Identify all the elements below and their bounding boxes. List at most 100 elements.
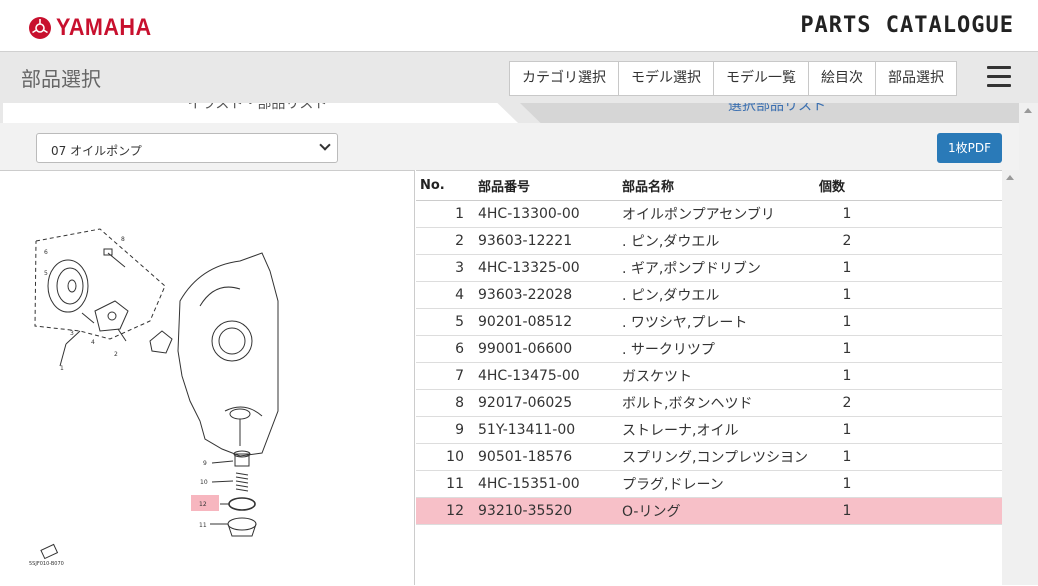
tab-illustration-label: イラスト・部品リスト bbox=[187, 103, 328, 112]
cell-part-number: 90501-18576 bbox=[478, 449, 573, 465]
cell-no: 5 bbox=[455, 314, 464, 330]
cell-quantity: 1 bbox=[842, 260, 852, 276]
cell-no: 7 bbox=[455, 368, 464, 384]
table-row[interactable]: 12 93210-35520 O-リング 1 bbox=[416, 498, 1002, 525]
cell-part-name: オイルポンプアセンブリ bbox=[622, 207, 775, 223]
parts-catalogue-brand: PARTS CATALOGUE bbox=[800, 13, 1014, 38]
nav-illustration-index[interactable]: 絵目次 bbox=[809, 62, 876, 95]
table-row[interactable]: 5 90201-08512 . ワツシヤ,プレート 1 bbox=[416, 309, 1002, 336]
tab-selected-label: 選択部品リスト bbox=[728, 103, 826, 114]
figure-select-value: 07 オイルポンプ bbox=[51, 144, 142, 158]
cell-quantity: 1 bbox=[842, 503, 852, 519]
svg-text:4: 4 bbox=[91, 339, 95, 346]
cell-no: 10 bbox=[446, 449, 464, 465]
view-tabs: イラスト・部品リスト 選択部品リスト bbox=[0, 103, 1038, 123]
cell-part-name: ガスケツト bbox=[622, 369, 692, 385]
cell-part-number: 99001-06600 bbox=[478, 341, 573, 357]
page-title: 部品選択 bbox=[21, 67, 101, 91]
figure-select[interactable]: 07 オイルポンプ bbox=[36, 133, 338, 163]
cell-quantity: 1 bbox=[842, 314, 852, 330]
hamburger-menu-icon[interactable] bbox=[987, 66, 1011, 88]
page-scrollbar[interactable] bbox=[1019, 103, 1038, 585]
table-row[interactable]: 2 93603-12221 . ピン,ダウエル 2 bbox=[416, 228, 1002, 255]
table-row[interactable]: 6 99001-06600 . サークリツプ 1 bbox=[416, 336, 1002, 363]
cell-no: 4 bbox=[455, 287, 464, 303]
brand-text: PARTS CATALOGUE bbox=[800, 13, 1014, 38]
parts-illustration[interactable]: 8 6 5 3 4 2 1 9 10 11 12 5SJF010-B070 bbox=[0, 170, 415, 585]
cell-no: 11 bbox=[446, 476, 464, 492]
scroll-up-icon[interactable] bbox=[1024, 108, 1032, 113]
nav-model-select[interactable]: モデル選択 bbox=[619, 62, 714, 95]
cell-quantity: 1 bbox=[842, 341, 852, 357]
cell-no: 12 bbox=[446, 503, 464, 519]
controls-bar: 07 オイルポンプ 1枚PDF bbox=[0, 123, 1038, 170]
cell-part-number: 4HC-13300-00 bbox=[478, 206, 580, 222]
exploded-diagram: 8 6 5 3 4 2 1 9 10 11 12 bbox=[34, 228, 279, 560]
yamaha-emblem-icon bbox=[29, 17, 51, 39]
svg-text:12: 12 bbox=[199, 501, 207, 508]
cell-part-name: ストレーナ,オイル bbox=[622, 423, 739, 439]
svg-text:11: 11 bbox=[199, 522, 207, 529]
cell-quantity: 1 bbox=[842, 449, 852, 465]
chevron-down-icon bbox=[319, 139, 331, 151]
cell-no: 6 bbox=[455, 341, 464, 357]
single-pdf-button[interactable]: 1枚PDF bbox=[937, 133, 1002, 163]
cell-quantity: 1 bbox=[842, 287, 852, 303]
cell-quantity: 1 bbox=[842, 422, 852, 438]
cell-quantity: 2 bbox=[842, 233, 852, 249]
nav-parts-select[interactable]: 部品選択 bbox=[876, 62, 956, 95]
cell-part-number: 93603-12221 bbox=[478, 233, 573, 249]
cell-part-name: . ワツシヤ,プレート bbox=[622, 315, 748, 331]
subheader: 部品選択 カテゴリ選択 モデル選択 モデル一覧 絵目次 部品選択 bbox=[0, 52, 1038, 103]
col-part-number: 部品番号 bbox=[478, 180, 531, 195]
cell-part-number: 93210-35520 bbox=[478, 503, 573, 519]
table-row[interactable]: 7 4HC-13475-00 ガスケツト 1 bbox=[416, 363, 1002, 390]
cell-quantity: 1 bbox=[842, 206, 852, 222]
nav-category-select[interactable]: カテゴリ選択 bbox=[510, 62, 619, 95]
cell-part-name: . ピン,ダウエル bbox=[622, 288, 720, 304]
yamaha-logo[interactable]: YAMAHA bbox=[28, 14, 162, 42]
svg-text:5: 5 bbox=[44, 270, 48, 277]
parts-table: No. 部品番号 部品名称 個数 1 4HC-13300-00 オイルポンプアセンブ… bbox=[416, 170, 1002, 585]
cell-part-number: 51Y-13411-00 bbox=[478, 422, 576, 438]
cell-part-number: 90201-08512 bbox=[478, 314, 573, 330]
cell-no: 3 bbox=[455, 260, 464, 276]
table-row[interactable]: 4 93603-22028 . ピン,ダウエル 1 bbox=[416, 282, 1002, 309]
cell-no: 8 bbox=[455, 395, 464, 411]
col-quantity: 個数 bbox=[819, 180, 846, 195]
svg-text:8: 8 bbox=[121, 236, 125, 243]
table-header: No. 部品番号 部品名称 個数 bbox=[416, 171, 1002, 201]
svg-text:6: 6 bbox=[44, 249, 48, 256]
table-row[interactable]: 11 4HC-15351-00 プラグ,ドレーン 1 bbox=[416, 471, 1002, 498]
cell-part-number: 92017-06025 bbox=[478, 395, 573, 411]
col-part-name: 部品名称 bbox=[622, 180, 675, 195]
table-row[interactable]: 8 92017-06025 ボルト,ボタンヘツド 2 bbox=[416, 390, 1002, 417]
cell-part-name: . サークリツプ bbox=[622, 342, 715, 358]
top-header: YAMAHA PARTS CATALOGUE bbox=[0, 0, 1038, 52]
cell-part-name: スプリング,コンプレツシヨン bbox=[622, 450, 809, 466]
col-no: No. bbox=[420, 178, 445, 193]
table-row[interactable]: 9 51Y-13411-00 ストレーナ,オイル 1 bbox=[416, 417, 1002, 444]
cell-part-name: プラグ,ドレーン bbox=[622, 477, 724, 493]
cell-quantity: 1 bbox=[842, 476, 852, 492]
top-nav: カテゴリ選択 モデル選択 モデル一覧 絵目次 部品選択 bbox=[509, 61, 957, 96]
nav-model-list[interactable]: モデル一覧 bbox=[714, 62, 809, 95]
svg-text:2: 2 bbox=[114, 351, 118, 358]
cell-part-name: . ギア,ポンプドリブン bbox=[622, 261, 761, 277]
cell-no: 9 bbox=[455, 422, 464, 438]
scroll-up-icon[interactable] bbox=[1006, 175, 1014, 180]
svg-text:9: 9 bbox=[203, 460, 207, 467]
illustration-code: 5SJF010-B070 bbox=[29, 561, 64, 567]
cell-no: 1 bbox=[455, 206, 464, 222]
cell-quantity: 2 bbox=[842, 395, 852, 411]
table-row[interactable]: 1 4HC-13300-00 オイルポンプアセンブリ 1 bbox=[416, 201, 1002, 228]
table-row[interactable]: 3 4HC-13325-00 . ギア,ポンプドリブン 1 bbox=[416, 255, 1002, 282]
cell-part-number: 4HC-13325-00 bbox=[478, 260, 580, 276]
cell-part-number: 93603-22028 bbox=[478, 287, 573, 303]
table-row[interactable]: 10 90501-18576 スプリング,コンプレツシヨン 1 bbox=[416, 444, 1002, 471]
cell-no: 2 bbox=[455, 233, 464, 249]
cell-part-name: . ピン,ダウエル bbox=[622, 234, 720, 250]
table-scrollbar[interactable] bbox=[1002, 170, 1019, 585]
cell-part-number: 4HC-13475-00 bbox=[478, 368, 580, 384]
svg-text:10: 10 bbox=[200, 479, 208, 486]
